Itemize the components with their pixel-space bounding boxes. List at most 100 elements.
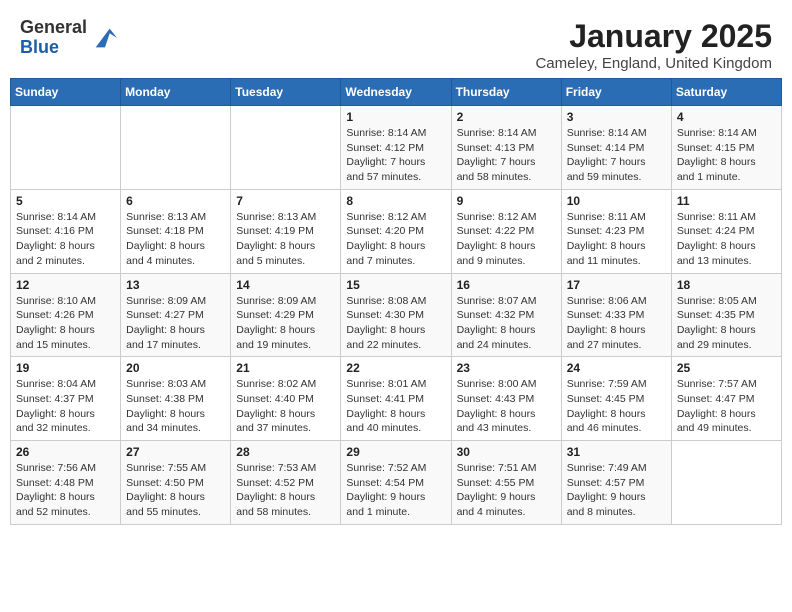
day-info: Sunrise: 8:13 AMSunset: 4:18 PMDaylight:… <box>126 210 225 269</box>
weekday-header: Friday <box>561 79 671 106</box>
day-number: 15 <box>346 278 445 292</box>
weekday-header: Monday <box>121 79 231 106</box>
calendar-cell <box>121 106 231 190</box>
calendar-cell: 29 Sunrise: 7:52 AMSunset: 4:54 PMDayligh… <box>341 441 451 525</box>
day-info: Sunrise: 8:13 AMSunset: 4:19 PMDaylight:… <box>236 210 335 269</box>
day-number: 3 <box>567 110 666 124</box>
day-number: 12 <box>16 278 115 292</box>
weekday-header: Saturday <box>671 79 781 106</box>
day-number: 8 <box>346 194 445 208</box>
weekday-header: Tuesday <box>231 79 341 106</box>
calendar-cell: 7 Sunrise: 8:13 AMSunset: 4:19 PMDaylight… <box>231 189 341 273</box>
calendar-cell <box>11 106 121 190</box>
logo-blue: Blue <box>20 38 87 58</box>
logo-text: General Blue <box>20 18 87 58</box>
day-info: Sunrise: 8:14 AMSunset: 4:12 PMDaylight:… <box>346 126 445 185</box>
calendar-cell: 8 Sunrise: 8:12 AMSunset: 4:20 PMDaylight… <box>341 189 451 273</box>
calendar-cell: 30 Sunrise: 7:51 AMSunset: 4:55 PMDayligh… <box>451 441 561 525</box>
calendar-cell: 31 Sunrise: 7:49 AMSunset: 4:57 PMDayligh… <box>561 441 671 525</box>
day-number: 19 <box>16 361 115 375</box>
calendar-week-row: 19 Sunrise: 8:04 AMSunset: 4:37 PMDayligh… <box>11 357 782 441</box>
weekday-header-row: SundayMondayTuesdayWednesdayThursdayFrid… <box>11 79 782 106</box>
day-number: 22 <box>346 361 445 375</box>
calendar-cell: 9Sunrise: 8:12 AMSunset: 4:22 PMDaylight… <box>451 189 561 273</box>
day-info: Sunrise: 8:00 AMSunset: 4:43 PMDaylight:… <box>457 377 556 436</box>
calendar-cell: 5Sunrise: 8:14 AMSunset: 4:16 PMDaylight… <box>11 189 121 273</box>
day-number: 18 <box>677 278 776 292</box>
calendar-cell: 20 Sunrise: 8:03 AMSunset: 4:38 PMDayligh… <box>121 357 231 441</box>
calendar-cell: 24 Sunrise: 7:59 AMSunset: 4:45 PMDayligh… <box>561 357 671 441</box>
day-info: Sunrise: 7:52 AMSunset: 4:54 PMDaylight:… <box>346 461 445 520</box>
calendar-cell: 3 Sunrise: 8:14 AMSunset: 4:14 PMDaylight… <box>561 106 671 190</box>
calendar-cell: 18 Sunrise: 8:05 AMSunset: 4:35 PMDayligh… <box>671 273 781 357</box>
day-info: Sunrise: 8:11 AMSunset: 4:24 PMDaylight:… <box>677 210 776 269</box>
day-info: Sunrise: 8:12 AMSunset: 4:20 PMDaylight:… <box>346 210 445 269</box>
calendar-header: SundayMondayTuesdayWednesdayThursdayFrid… <box>11 79 782 106</box>
day-number: 28 <box>236 445 335 459</box>
calendar-cell: 23 Sunrise: 8:00 AMSunset: 4:43 PMDayligh… <box>451 357 561 441</box>
calendar-cell: 21Sunrise: 8:02 AMSunset: 4:40 PMDayligh… <box>231 357 341 441</box>
day-info: Sunrise: 8:14 AMSunset: 4:13 PMDaylight:… <box>457 126 556 185</box>
logo: General Blue <box>20 18 119 58</box>
calendar-cell: 28 Sunrise: 7:53 AMSunset: 4:52 PMDayligh… <box>231 441 341 525</box>
day-number: 14 <box>236 278 335 292</box>
day-number: 26 <box>16 445 115 459</box>
calendar-cell: 6Sunrise: 8:13 AMSunset: 4:18 PMDaylight… <box>121 189 231 273</box>
calendar-cell: 2 Sunrise: 8:14 AMSunset: 4:13 PMDaylight… <box>451 106 561 190</box>
day-number: 17 <box>567 278 666 292</box>
day-info: Sunrise: 7:49 AMSunset: 4:57 PMDaylight:… <box>567 461 666 520</box>
day-number: 7 <box>236 194 335 208</box>
weekday-header: Wednesday <box>341 79 451 106</box>
day-info: Sunrise: 7:59 AMSunset: 4:45 PMDaylight:… <box>567 377 666 436</box>
calendar-cell: 25Sunrise: 7:57 AMSunset: 4:47 PMDayligh… <box>671 357 781 441</box>
day-number: 20 <box>126 361 225 375</box>
calendar-cell: 26Sunrise: 7:56 AMSunset: 4:48 PMDayligh… <box>11 441 121 525</box>
day-number: 24 <box>567 361 666 375</box>
day-info: Sunrise: 8:06 AMSunset: 4:33 PMDaylight:… <box>567 294 666 353</box>
calendar-cell: 16Sunrise: 8:07 AMSunset: 4:32 PMDayligh… <box>451 273 561 357</box>
day-number: 30 <box>457 445 556 459</box>
day-info: Sunrise: 7:53 AMSunset: 4:52 PMDaylight:… <box>236 461 335 520</box>
calendar-cell: 14 Sunrise: 8:09 AMSunset: 4:29 PMDayligh… <box>231 273 341 357</box>
calendar-week-row: 12 Sunrise: 8:10 AMSunset: 4:26 PMDayligh… <box>11 273 782 357</box>
calendar-week-row: 5Sunrise: 8:14 AMSunset: 4:16 PMDaylight… <box>11 189 782 273</box>
day-info: Sunrise: 8:04 AMSunset: 4:37 PMDaylight:… <box>16 377 115 436</box>
day-info: Sunrise: 8:05 AMSunset: 4:35 PMDaylight:… <box>677 294 776 353</box>
day-info: Sunrise: 8:03 AMSunset: 4:38 PMDaylight:… <box>126 377 225 436</box>
day-number: 9 <box>457 194 556 208</box>
calendar-cell: 10 Sunrise: 8:11 AMSunset: 4:23 PMDayligh… <box>561 189 671 273</box>
day-number: 23 <box>457 361 556 375</box>
day-number: 29 <box>346 445 445 459</box>
day-info: Sunrise: 8:14 AMSunset: 4:16 PMDaylight:… <box>16 210 115 269</box>
day-number: 27 <box>126 445 225 459</box>
logo-general: General <box>20 18 87 38</box>
day-info: Sunrise: 7:55 AMSunset: 4:50 PMDaylight:… <box>126 461 225 520</box>
day-info: Sunrise: 7:51 AMSunset: 4:55 PMDaylight:… <box>457 461 556 520</box>
calendar-cell: 12 Sunrise: 8:10 AMSunset: 4:26 PMDayligh… <box>11 273 121 357</box>
page-header: General Blue January 2025 Cameley, Engla… <box>10 10 782 78</box>
day-number: 31 <box>567 445 666 459</box>
day-info: Sunrise: 8:09 AMSunset: 4:29 PMDaylight:… <box>236 294 335 353</box>
day-number: 2 <box>457 110 556 124</box>
day-info: Sunrise: 8:09 AMSunset: 4:27 PMDaylight:… <box>126 294 225 353</box>
day-number: 10 <box>567 194 666 208</box>
day-number: 21 <box>236 361 335 375</box>
calendar-cell: 27 Sunrise: 7:55 AMSunset: 4:50 PMDayligh… <box>121 441 231 525</box>
calendar-cell: 11 Sunrise: 8:11 AMSunset: 4:24 PMDayligh… <box>671 189 781 273</box>
day-number: 13 <box>126 278 225 292</box>
day-info: Sunrise: 8:14 AMSunset: 4:14 PMDaylight:… <box>567 126 666 185</box>
calendar-cell: 22 Sunrise: 8:01 AMSunset: 4:41 PMDayligh… <box>341 357 451 441</box>
calendar-cell <box>671 441 781 525</box>
day-info: Sunrise: 8:01 AMSunset: 4:41 PMDaylight:… <box>346 377 445 436</box>
day-number: 11 <box>677 194 776 208</box>
day-info: Sunrise: 8:10 AMSunset: 4:26 PMDaylight:… <box>16 294 115 353</box>
month-title: January 2025 <box>535 18 772 55</box>
day-info: Sunrise: 8:11 AMSunset: 4:23 PMDaylight:… <box>567 210 666 269</box>
calendar-cell: 19 Sunrise: 8:04 AMSunset: 4:37 PMDayligh… <box>11 357 121 441</box>
calendar-body: 1Sunrise: 8:14 AMSunset: 4:12 PMDaylight… <box>11 106 782 525</box>
calendar-table: SundayMondayTuesdayWednesdayThursdayFrid… <box>10 78 782 525</box>
calendar-cell: 13 Sunrise: 8:09 AMSunset: 4:27 PMDayligh… <box>121 273 231 357</box>
day-info: Sunrise: 8:07 AMSunset: 4:32 PMDaylight:… <box>457 294 556 353</box>
day-info: Sunrise: 8:08 AMSunset: 4:30 PMDaylight:… <box>346 294 445 353</box>
calendar-cell <box>231 106 341 190</box>
